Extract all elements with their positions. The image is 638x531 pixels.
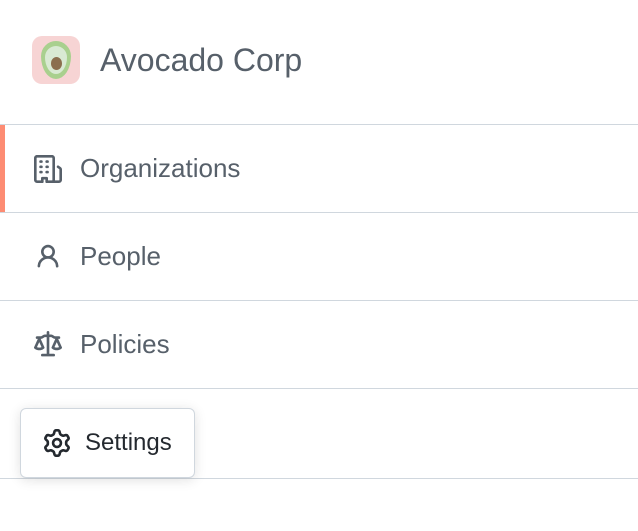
gear-icon — [43, 429, 71, 457]
sidebar-item-label: People — [80, 241, 161, 272]
person-icon — [34, 243, 62, 271]
sidebar-item-people[interactable]: People — [0, 213, 638, 301]
sidebar-item-organizations[interactable]: Organizations — [0, 125, 638, 213]
sidebar-item-label: Settings — [85, 429, 172, 457]
organization-icon — [34, 155, 62, 183]
sidebar-item-label: Organizations — [80, 153, 240, 184]
sidebar-item-label: Policies — [80, 329, 170, 360]
org-title: Avocado Corp — [100, 42, 302, 79]
sidebar-header: Avocado Corp — [0, 0, 638, 124]
org-logo — [32, 36, 80, 84]
sidebar-item-settings[interactable]: Settings — [20, 408, 195, 478]
sidebar-item-policies[interactable]: Policies — [0, 301, 638, 389]
law-icon — [34, 331, 62, 359]
